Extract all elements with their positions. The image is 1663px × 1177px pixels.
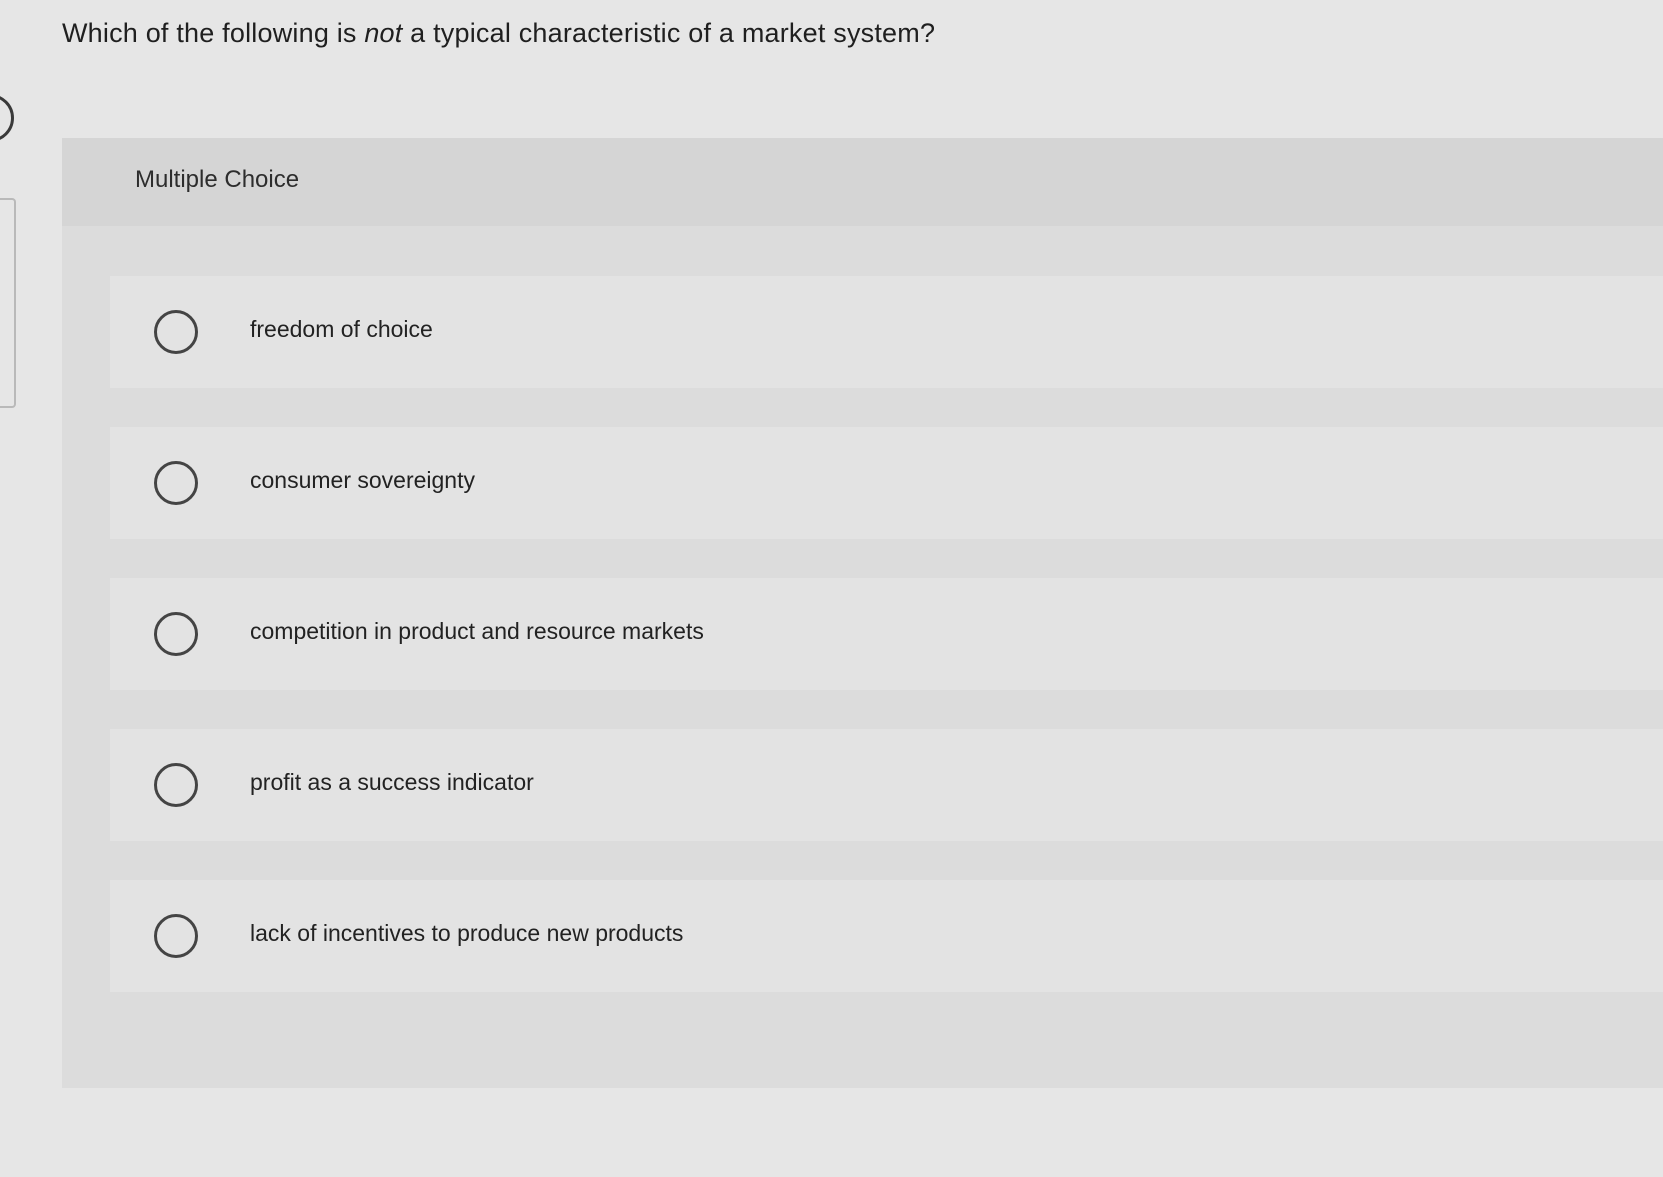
choice-option-2[interactable]: consumer sovereignty [110,427,1663,539]
radio-button-icon[interactable] [154,612,198,656]
choice-label: competition in product and resource mark… [250,618,704,644]
radio-button-icon[interactable] [154,461,198,505]
choice-option-1[interactable]: freedom of choice [110,276,1663,388]
choice-label: consumer sovereignty [250,467,475,493]
choice-label: freedom of choice [250,316,433,342]
choice-option-3[interactable]: competition in product and resource mark… [110,578,1663,690]
choice-option-4[interactable]: profit as a success indicator [110,729,1663,841]
question-text-part-2: a typical characteristic of a market sys… [402,18,936,48]
choices-list: freedom of choice consumer sovereignty c… [110,276,1663,1031]
left-edge-panel [0,198,16,408]
question-text: Which of the following is not a typical … [62,18,935,49]
radio-button-icon[interactable] [154,914,198,958]
question-emphasis: not [364,18,403,48]
ring-icon [0,94,14,142]
choice-label: lack of incentives to produce new produc… [250,920,684,946]
choice-option-5[interactable]: lack of incentives to produce new produc… [110,880,1663,992]
multiple-choice-panel: Multiple Choice freedom of choice consum… [62,138,1663,1088]
radio-button-icon[interactable] [154,763,198,807]
multiple-choice-label: Multiple Choice [135,166,300,193]
question-text-part-1: Which of the following is [62,18,365,48]
radio-button-icon[interactable] [154,310,198,354]
choice-label: profit as a success indicator [250,769,534,795]
multiple-choice-header: Multiple Choice [62,138,1663,226]
